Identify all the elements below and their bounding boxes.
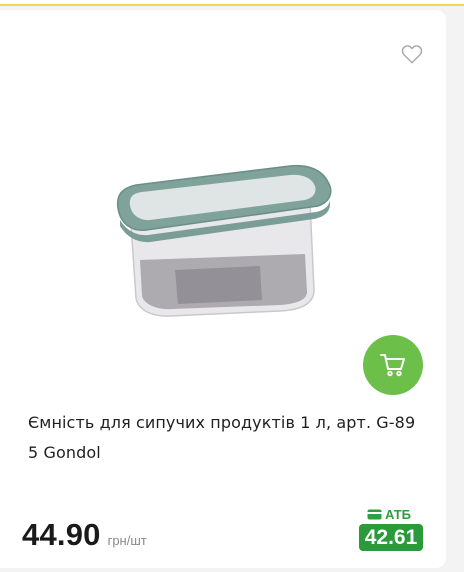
heart-outline-icon xyxy=(401,45,423,64)
product-card[interactable]: Ємність для сипучих продуктів 1 л, арт. … xyxy=(0,10,446,568)
promo-label: АТБ xyxy=(367,507,411,522)
product-title[interactable]: Ємність для сипучих продуктів 1 л, арт. … xyxy=(28,408,428,468)
product-image[interactable] xyxy=(100,150,340,325)
shopping-cart-icon xyxy=(380,354,405,377)
price-value: 44.90 xyxy=(22,517,101,552)
promo-price-badge: 42.61 xyxy=(359,524,423,551)
card-icon xyxy=(367,509,382,520)
price-block: 44.90 грн/шт xyxy=(22,517,147,553)
price-unit: грн/шт xyxy=(107,533,147,548)
add-to-cart-button[interactable] xyxy=(363,335,423,395)
top-accent-bar xyxy=(0,0,464,6)
promo-label-text: АТБ xyxy=(385,507,412,522)
favorite-button[interactable] xyxy=(399,42,425,66)
